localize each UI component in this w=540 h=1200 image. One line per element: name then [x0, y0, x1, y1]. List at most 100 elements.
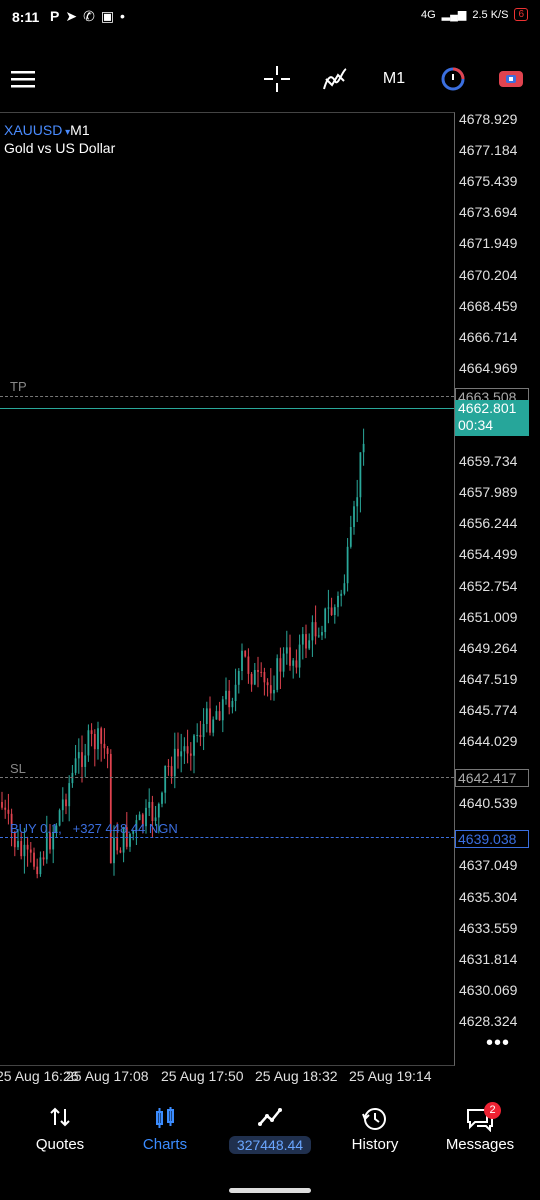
candle-body: [257, 670, 259, 672]
trade-chart-icon: [216, 1106, 324, 1132]
candle-body: [205, 708, 208, 725]
chart-toolbar: M1: [0, 50, 540, 110]
candle-body: [225, 690, 227, 700]
candle-body: [97, 728, 99, 750]
candle-body: [253, 670, 256, 685]
nav-charts-label: Charts: [142, 1136, 188, 1153]
candle-body: [266, 682, 269, 686]
candle-body: [77, 752, 80, 759]
trade-icon[interactable]: [438, 62, 468, 96]
candle-body: [234, 684, 237, 702]
price-axis-label: 4651.009: [459, 608, 518, 625]
price-axis-label: 4671.949: [459, 235, 518, 252]
charts-icon: [111, 1106, 219, 1132]
price-chart[interactable]: XAUUSD ▾M1 Gold vs US Dollar 4678.929 467…: [0, 111, 540, 1067]
candle-body: [109, 753, 112, 864]
candle-body: [20, 841, 23, 857]
candle-body: [279, 658, 282, 672]
candle-body: [180, 751, 183, 757]
price-axis-label: 4654.499: [459, 546, 518, 563]
candle-body: [241, 650, 243, 671]
telegram-icon: ➤: [65, 8, 78, 24]
candle-body: [164, 765, 167, 793]
price-axis-label: 4659.734: [459, 453, 518, 470]
price-axis-label: 4668.459: [459, 297, 518, 314]
candle-body: [4, 807, 7, 810]
candle-body: [103, 743, 106, 749]
candle-body: [221, 699, 224, 721]
sl-line: [0, 777, 454, 778]
price-axis-label: 4656.244: [459, 515, 518, 532]
candle-body: [247, 656, 250, 674]
bar-countdown: 00:34: [458, 417, 494, 433]
candle-body: [36, 866, 39, 875]
candle-body: [1, 802, 3, 808]
candle-body: [196, 735, 199, 737]
time-label: 25 Aug 17:08: [66, 1068, 149, 1084]
candle-body: [186, 746, 189, 754]
candle-body: [199, 735, 202, 738]
candle-body: [138, 814, 141, 821]
price-axis-label: 4664.969: [459, 359, 518, 376]
position-label[interactable]: BUY 0.1, +327 448.44 NGN: [10, 821, 178, 836]
position-line[interactable]: [0, 837, 454, 838]
candle-body: [356, 497, 359, 507]
nav-messages-label: Messages: [445, 1136, 515, 1153]
price-axis-label: 4633.559: [459, 919, 518, 936]
current-price-line: [0, 408, 454, 409]
net-speed: 2.5 K/S: [472, 8, 509, 21]
nav-quotes[interactable]: Quotes: [6, 1092, 114, 1172]
candle-body: [285, 647, 288, 654]
nav-quotes-label: Quotes: [35, 1136, 85, 1153]
price-axis-label: 4652.754: [459, 577, 518, 594]
candle-body: [61, 799, 64, 811]
candle-body: [7, 809, 10, 814]
candle-body: [202, 724, 205, 738]
nav-charts[interactable]: Charts: [111, 1092, 219, 1172]
position-price-tag: 4639.038: [455, 830, 529, 848]
tp-label: TP: [10, 379, 27, 394]
price-axis-label: 4640.539: [459, 795, 518, 812]
candle-body: [17, 841, 19, 848]
candle-body: [295, 660, 298, 668]
candle-body: [100, 728, 103, 744]
candle-body: [311, 622, 314, 641]
candle-body: [157, 803, 160, 818]
candle-body: [237, 670, 240, 685]
nav-history[interactable]: History: [321, 1092, 429, 1172]
candle-body: [167, 765, 170, 767]
candle-body: [228, 690, 231, 708]
candle-body: [244, 650, 247, 657]
signal-icon: ▂▄▆: [441, 9, 467, 21]
candle-body: [282, 653, 285, 672]
nav-messages[interactable]: 2 Messages: [426, 1092, 534, 1172]
candle-body: [324, 608, 327, 633]
menu-icon[interactable]: [8, 62, 38, 96]
candle-body: [39, 857, 42, 875]
timeframe-button[interactable]: M1: [378, 62, 410, 96]
candle-body: [359, 452, 362, 498]
candle-body: [308, 640, 311, 649]
candle-body: [330, 607, 333, 616]
messages-badge: 2: [484, 1102, 501, 1119]
candle-body: [42, 857, 45, 860]
candle-body: [289, 647, 291, 666]
candle-body: [119, 850, 122, 853]
price-axis-label: 4637.049: [459, 857, 518, 874]
indicators-icon[interactable]: [320, 62, 350, 96]
tp-line: [0, 396, 454, 397]
candle-body: [209, 708, 211, 733]
price-axis-label: 4657.989: [459, 484, 518, 501]
one-click-trading-icon[interactable]: [496, 62, 526, 96]
candle-body: [148, 801, 151, 808]
more-options-icon[interactable]: •••: [486, 1033, 510, 1053]
home-indicator[interactable]: [229, 1188, 311, 1193]
network-type: 4G: [420, 8, 436, 21]
price-axis-label: 4645.774: [459, 701, 518, 718]
candle-body: [305, 634, 307, 649]
price-axis-label: 4675.439: [459, 173, 518, 190]
nav-trade[interactable]: 327448.44: [216, 1092, 324, 1172]
crosshair-icon[interactable]: [262, 62, 292, 96]
candle-body: [362, 443, 365, 453]
candle-body: [349, 527, 352, 547]
